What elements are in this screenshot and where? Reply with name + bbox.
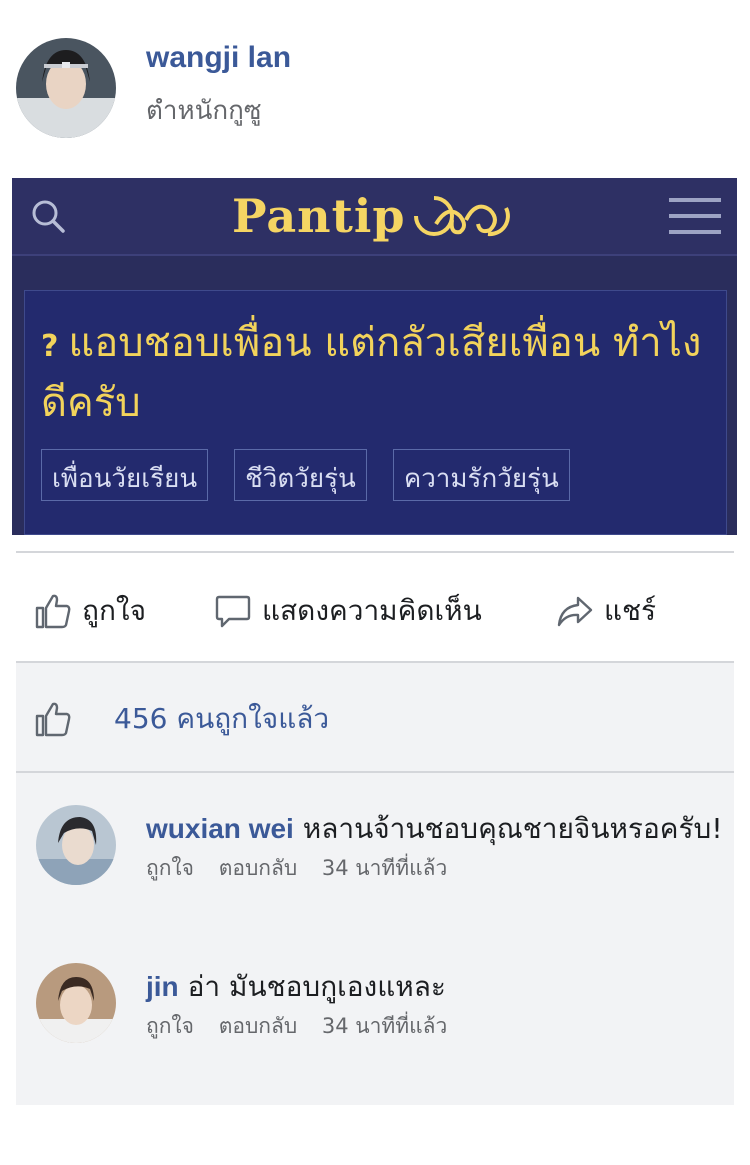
like-label: ถูกใจ [82, 594, 146, 627]
pantip-logo: Pantip [232, 186, 516, 246]
comment-reply-link[interactable]: ตอบกลับ [219, 1014, 298, 1038]
comment-time: 34 นาทีที่แล้ว [321, 856, 448, 880]
comment-button[interactable]: แสดงความคิดเห็น [214, 589, 482, 633]
author-avatar[interactable] [16, 38, 116, 138]
action-bar: ถูกใจ แสดงความคิดเห็น แชร์ [16, 555, 734, 661]
topic-title-text: แอบชอบเพื่อน แต่กลัวเสียเพื่อน ทำไงดีครั… [41, 320, 702, 426]
thumbs-up-icon [35, 702, 71, 737]
commenter-name[interactable]: wuxian wei [146, 813, 294, 844]
comment-icon [215, 595, 251, 628]
divider [16, 771, 734, 773]
question-marker: ? [41, 329, 59, 364]
hamburger-menu-icon [669, 196, 721, 240]
comment-label: แสดงความคิดเห็น [262, 594, 482, 627]
comment-like-link[interactable]: ถูกใจ [146, 856, 194, 880]
search-icon [28, 196, 68, 240]
post-header: wangji lan ตำหนักกูซู [16, 38, 736, 138]
comment-time: 34 นาทีที่แล้ว [321, 1014, 448, 1038]
likes-count: 456 คนถูกใจแล้ว [114, 702, 330, 735]
author-name[interactable]: wangji lan [146, 41, 291, 75]
topic-title: ? แอบชอบเพื่อน แต่กลัวเสียเพื่อน ทำไงดีคร… [41, 315, 721, 431]
share-label: แชร์ [604, 594, 657, 627]
like-button[interactable]: ถูกใจ [34, 589, 146, 633]
comment-text: หลานจ้านชอบคุณชายจินหรอครับ! [302, 812, 723, 845]
comment-reply-link[interactable]: ตอบกลับ [219, 856, 298, 880]
tag: ชีวิตวัยรุ่น [234, 449, 367, 501]
comment-body: wuxian wei หลานจ้านชอบคุณชายจินหรอครับ! … [146, 805, 726, 883]
commenter-name[interactable]: jin [146, 971, 179, 1002]
topic-tags: เพื่อนวัยเรียน ชีวิตวัยรุ่น ความรักวัยรุ… [41, 449, 570, 501]
share-button[interactable]: แชร์ [556, 589, 656, 633]
comment-text: อ่า มันชอบกูเองแหละ [187, 970, 446, 1003]
topic-box: ? แอบชอบเพื่อน แต่กลัวเสียเพื่อน ทำไงดีคร… [24, 290, 727, 535]
commenter-avatar[interactable] [36, 805, 116, 885]
comment-meta: ถูกใจ ตอบกลับ 34 นาทีที่แล้ว [146, 1011, 726, 1041]
comment-meta: ถูกใจ ตอบกลับ 34 นาทีที่แล้ว [146, 853, 726, 883]
shared-image-card[interactable]: Pantip ? แอบชอบเพื่อน แต่กลัวเสียเพื่อน ท… [12, 178, 737, 535]
comment-body: jin อ่า มันชอบกูเองแหละ ถูกใจ ตอบกลับ 34… [146, 963, 726, 1041]
comment-like-link[interactable]: ถูกใจ [146, 1014, 194, 1038]
author-subtitle: ตำหนักกูซู [146, 96, 262, 126]
likes-summary[interactable]: 456 คนถูกใจแล้ว [34, 697, 329, 741]
pantip-top-bar: Pantip [12, 178, 737, 256]
divider [16, 551, 734, 553]
tag: ความรักวัยรุ่น [392, 449, 570, 501]
commenter-avatar[interactable] [36, 963, 116, 1043]
reactions-and-comments: 456 คนถูกใจแล้ว wuxian wei หลานจ้านชอบคุ… [16, 663, 734, 1105]
thumbs-up-icon [35, 594, 71, 629]
pantip-logo-text: Pantip [232, 189, 406, 243]
tag: เพื่อนวัยเรียน [41, 449, 209, 501]
pantip-logo-mark [413, 196, 510, 237]
share-icon [557, 596, 593, 627]
